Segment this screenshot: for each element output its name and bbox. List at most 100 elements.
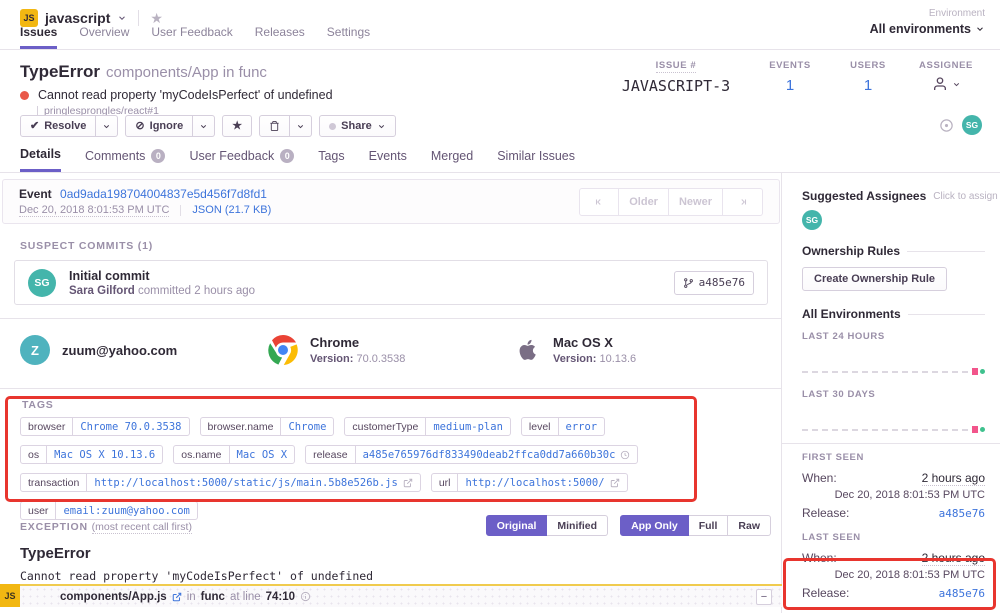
event-json-link[interactable]: JSON (21.7 KB) — [192, 204, 271, 216]
star-button[interactable]: ★ — [222, 115, 252, 137]
tag-value-link[interactable]: Mac OS X 10.13.6 — [46, 446, 162, 463]
tab-events[interactable]: Events — [369, 145, 407, 172]
commit-author: Sara Gilford — [69, 285, 135, 297]
tag-key: browser — [21, 418, 72, 435]
collapse-frame-button[interactable]: − — [756, 589, 772, 605]
tag-value-link[interactable]: error — [558, 418, 605, 435]
nav-overview[interactable]: Overview — [79, 25, 129, 49]
participant-avatar[interactable]: SG — [962, 115, 982, 135]
first-seen-release-link[interactable]: a485e76 — [939, 507, 985, 520]
nav-releases[interactable]: Releases — [255, 25, 305, 49]
project-nav: Issues Overview User Feedback Releases S… — [20, 25, 370, 49]
app-header: JS javascript ★ Environment All environm… — [0, 0, 1000, 50]
delete-dropdown-button[interactable] — [290, 115, 312, 137]
divider — [782, 443, 1000, 444]
resolve-dropdown-button[interactable] — [96, 115, 118, 137]
nav-issues[interactable]: Issues — [20, 25, 57, 49]
frame-at-label: at line — [230, 591, 261, 603]
share-button[interactable]: Share — [319, 115, 396, 137]
tag-value-link[interactable]: http://localhost:5000/ — [457, 474, 626, 491]
assignee-dropdown[interactable] — [907, 76, 985, 92]
tag-key: url — [432, 474, 458, 491]
last-30-days-sparkline — [802, 426, 985, 433]
browser-version-label: Version: — [310, 353, 353, 365]
first-seen-when-label: When: — [802, 471, 837, 485]
tab-similar-issues[interactable]: Similar Issues — [497, 145, 575, 172]
chevron-down-icon[interactable] — [117, 13, 127, 23]
last-seen-release-label: Release: — [802, 586, 849, 600]
events-label: EVENTS — [751, 60, 829, 71]
event-pagination: Older Newer — [579, 188, 763, 216]
tag-value-link[interactable]: Mac OS X — [229, 446, 295, 463]
suggested-assignee-avatar[interactable]: SG — [802, 210, 822, 230]
tag-value-link[interactable]: medium-plan — [425, 418, 510, 435]
create-ownership-rule-button[interactable]: Create Ownership Rule — [802, 267, 947, 291]
project-selector[interactable]: javascript — [45, 10, 110, 26]
subscribe-eye-icon[interactable] — [939, 118, 954, 133]
first-seen-date: Dec 20, 2018 8:01:53 PM UTC — [802, 489, 985, 501]
tag-pill: browser.nameChrome — [200, 417, 335, 436]
last-seen-release-link[interactable]: a485e76 — [939, 587, 985, 600]
tab-user-feedback[interactable]: User Feedback0 — [189, 145, 294, 172]
toggle-full-button[interactable]: Full — [689, 515, 729, 536]
resolve-label: Resolve — [44, 120, 86, 132]
ignore-button[interactable]: ⊘Ignore — [125, 115, 193, 137]
toggle-minified-button[interactable]: Minified — [547, 515, 608, 536]
tab-details[interactable]: Details — [20, 145, 61, 172]
assignee-label: ASSIGNEE — [907, 60, 985, 71]
nav-settings[interactable]: Settings — [327, 25, 370, 49]
event-id-link[interactable]: 0ad9ada198704004837e5d456f7d8fd1 — [60, 187, 267, 201]
tag-key: release — [306, 446, 354, 463]
exception-type: TypeError — [20, 545, 91, 562]
resolve-button[interactable]: ✔Resolve — [20, 115, 96, 137]
ignore-label: Ignore — [150, 120, 184, 132]
users-count-link[interactable]: 1 — [829, 77, 907, 94]
toggle-app-only-button[interactable]: App Only — [620, 515, 689, 536]
frame-in-label: in — [187, 591, 196, 603]
info-icon[interactable] — [300, 591, 311, 602]
external-link-icon[interactable] — [172, 592, 182, 602]
tab-tags[interactable]: Tags — [318, 145, 344, 172]
commit-meta: committed 2 hours ago — [138, 285, 255, 297]
divider — [0, 318, 782, 319]
ignore-dropdown-button[interactable] — [193, 115, 215, 137]
tab-comments[interactable]: Comments0 — [85, 145, 165, 172]
user-email: zuum@yahoo.com — [62, 343, 177, 358]
oldest-event-button[interactable] — [579, 188, 619, 216]
chrome-icon — [268, 335, 298, 365]
tag-value-link[interactable]: Chrome 70.0.3538 — [72, 418, 188, 435]
commit-author-avatar: SG — [28, 269, 56, 297]
tag-value-link[interactable]: http://localhost:5000/static/js/main.5b8… — [86, 474, 419, 491]
nav-user-feedback[interactable]: User Feedback — [151, 25, 232, 49]
commit-sha: a485e76 — [699, 276, 745, 289]
divider — [180, 205, 181, 216]
environment-selector[interactable]: All environments — [870, 22, 985, 36]
events-count-link[interactable]: 1 — [751, 77, 829, 94]
tag-key: customerType — [345, 418, 425, 435]
environment-value: All environments — [870, 22, 971, 36]
tag-value-link[interactable]: a485e765976df833490deab2ffca0dd7a660b30c — [355, 446, 638, 463]
tag-value-link[interactable]: email:zuum@yahoo.com — [55, 502, 196, 519]
stack-frame-row[interactable]: JS components/App.js in func at line 74:… — [0, 584, 782, 607]
users-label: USERS — [829, 60, 907, 71]
newer-event-button[interactable]: Newer — [669, 188, 723, 216]
exception-value: Cannot read property 'myCodeIsPerfect' o… — [20, 569, 373, 583]
tab-merged[interactable]: Merged — [431, 145, 473, 172]
tag-value-link[interactable]: Chrome — [280, 418, 333, 435]
toggle-raw-button[interactable]: Raw — [728, 515, 771, 536]
last-seen-when-label: When: — [802, 551, 837, 565]
toggle-original-button[interactable]: Original — [486, 515, 548, 536]
delete-button[interactable] — [259, 115, 290, 137]
frame-platform-icon: JS — [0, 584, 20, 607]
exception-heading-label: EXCEPTION — [20, 521, 88, 533]
user-feedback-count-badge: 0 — [280, 149, 294, 163]
tags-heading: TAGS — [22, 399, 54, 411]
clock-icon — [620, 450, 630, 460]
older-event-button[interactable]: Older — [619, 188, 669, 216]
exception-heading-note: (most recent call first) — [92, 521, 192, 534]
divider — [138, 10, 139, 26]
commit-sha-button[interactable]: a485e76 — [674, 271, 754, 295]
bookmark-star-icon[interactable]: ★ — [150, 11, 163, 25]
suspect-commit-card: SG Initial commit Sara Gilford committed… — [14, 260, 768, 305]
skip-last-button[interactable] — [723, 188, 763, 216]
